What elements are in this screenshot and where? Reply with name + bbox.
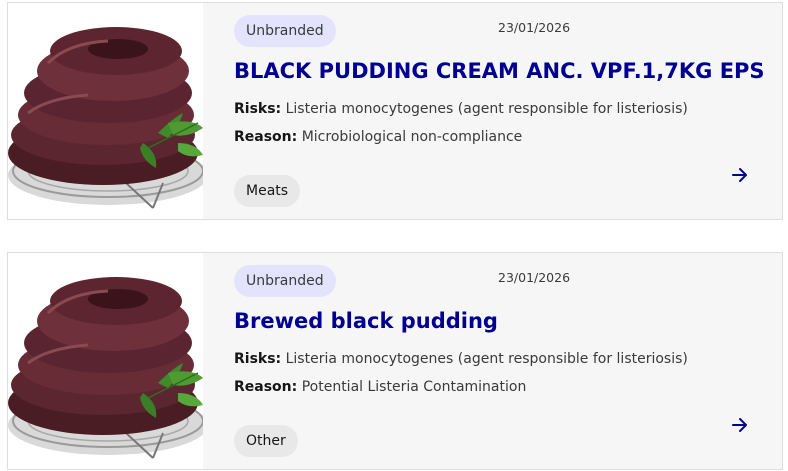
reason-line: Reason: Potential Listeria Contamination [234,379,526,395]
product-image [8,253,203,469]
category-tag: Meats [234,175,301,207]
risks-value: Listeria monocytogenes (agent responsibl… [285,351,688,367]
publication-date: 23/01/2026 [498,270,571,285]
risks-line: Risks: Listeria monocytogenes (agent res… [234,351,688,367]
risks-line: Risks: Listeria monocytogenes (agent res… [234,101,688,117]
reason-line: Reason: Microbiological non-compliance [234,129,522,145]
risks-label: Risks: [234,351,282,367]
reason-label: Reason: [234,129,298,145]
product-image [8,3,203,219]
risks-label: Risks: [234,101,282,117]
arrow-right-icon[interactable] [730,165,750,185]
recall-list: Unbranded 23/01/2026 BLACK PUDDING CREAM… [0,0,788,471]
card-body: Unbranded 23/01/2026 Brewed black puddin… [234,253,782,469]
arrow-right-icon[interactable] [730,415,750,435]
brand-tag: Unbranded [234,265,336,297]
publication-date: 23/01/2026 [498,20,571,35]
recall-card[interactable]: Unbranded 23/01/2026 Brewed black puddin… [7,252,783,470]
reason-value: Potential Listeria Contamination [301,379,527,395]
reason-label: Reason: [234,379,298,395]
recall-card[interactable]: Unbranded 23/01/2026 BLACK PUDDING CREAM… [7,2,783,220]
card-body: Unbranded 23/01/2026 BLACK PUDDING CREAM… [234,3,782,219]
black-pudding-photo [8,253,203,469]
product-title[interactable]: BLACK PUDDING CREAM ANC. VPF.1,7KG EPS [234,59,765,83]
brand-tag: Unbranded [234,15,336,47]
product-title[interactable]: Brewed black pudding [234,309,762,333]
category-tag: Other [234,425,298,457]
black-pudding-photo [8,3,203,219]
risks-value: Listeria monocytogenes (agent responsibl… [285,101,688,117]
reason-value: Microbiological non-compliance [301,129,523,145]
